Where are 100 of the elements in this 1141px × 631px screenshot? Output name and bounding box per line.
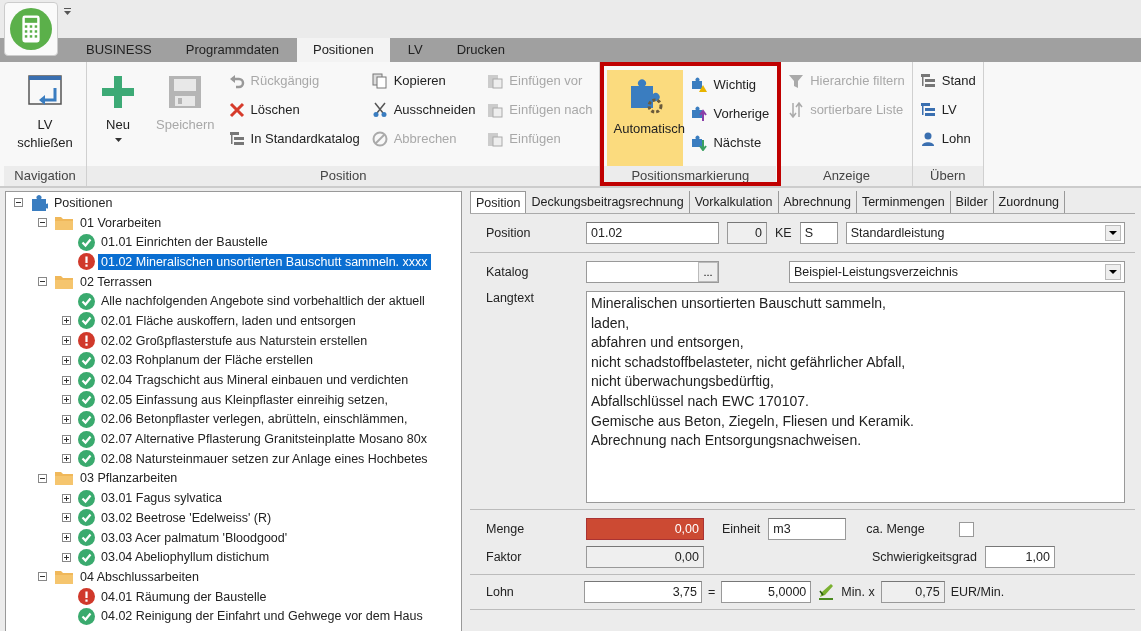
quantity-field[interactable]: 0,00 <box>586 518 704 540</box>
checkmark-icon <box>78 391 95 409</box>
checkmark-icon <box>78 450 95 468</box>
tree-item[interactable]: 01 Vorarbeiten <box>77 214 165 231</box>
expander-icon[interactable] <box>62 434 71 444</box>
ke-field[interactable]: 0 <box>727 222 767 244</box>
checkmark-icon <box>78 233 95 251</box>
edit-pencil-icon[interactable] <box>817 583 836 601</box>
ribbon-button[interactable]: In Standardkatalog <box>224 124 364 153</box>
tree-item[interactable]: 01.01 Einrichten der Baustelle <box>98 234 271 251</box>
paste-icon <box>487 130 504 147</box>
tab[interactable]: Deckungsbeitragsrechnung <box>526 191 690 213</box>
ribbon-button[interactable]: LV <box>915 95 980 124</box>
field-label: EUR/Min. <box>950 585 1005 599</box>
ribbon-button[interactable]: Lohn <box>915 124 980 153</box>
tree-item[interactable]: 03.01 Fagus sylvatica <box>98 490 225 507</box>
expander-icon[interactable] <box>62 336 71 346</box>
tree-item[interactable]: 02.06 Betonpflaster verlegen, abrütteln, einschlämmen, <box>98 411 411 428</box>
tab[interactable]: Zuordnung <box>993 191 1066 213</box>
group-label: Navigation <box>4 166 86 186</box>
tree-item[interactable]: 02 Terrassen <box>77 273 156 290</box>
tree-item[interactable]: 02.01 Fläche auskoffern, laden und entsorgen <box>98 312 359 329</box>
field-label: Menge <box>486 522 526 536</box>
ribbon-button[interactable]: Stand <box>915 66 980 95</box>
ribbon-button[interactable]: Automatisch <box>607 70 684 166</box>
expander-icon[interactable] <box>62 454 71 464</box>
expander-icon[interactable] <box>62 316 71 326</box>
checkmark-icon <box>78 351 95 369</box>
tree-item[interactable]: Positionen <box>51 194 116 211</box>
type-code-field[interactable]: S <box>799 222 838 244</box>
checkmark-icon <box>78 548 95 566</box>
tab[interactable]: Abrechnung <box>778 191 857 213</box>
expander-icon[interactable] <box>62 375 71 385</box>
tree-item[interactable]: 01.02 Mineralischen unsortierten Bauschutt sammeln. xxxx <box>98 253 431 270</box>
tree-item[interactable]: 03.02 Beetrose 'Edelweiss' (R) <box>98 509 275 526</box>
tab[interactable]: Bilder <box>950 191 994 213</box>
expander-icon[interactable] <box>62 493 71 503</box>
ribbon-button[interactable]: Vorherige <box>687 99 774 128</box>
ribbon-button[interactable]: Wichtig <box>687 70 774 99</box>
tree-item[interactable]: 03.04 Abeliophyllum distichum <box>98 549 273 566</box>
ribbon-button[interactable]: Nächste <box>687 128 774 157</box>
ribbon-tab[interactable]: Positionen <box>296 38 390 62</box>
ribbon-button[interactable]: Neu <box>90 66 146 162</box>
folder-icon <box>54 214 74 231</box>
expander-icon[interactable] <box>38 473 47 483</box>
ribbon-tab[interactable]: LV <box>391 38 439 62</box>
expander-icon[interactable] <box>38 277 47 287</box>
equals-sign: = <box>708 585 716 599</box>
tree-item[interactable]: 04 Abschlussarbeiten <box>77 568 202 585</box>
expander-icon[interactable] <box>62 513 71 523</box>
ribbon-button[interactable]: LV schließen <box>7 66 83 162</box>
tab[interactable]: Position <box>470 191 527 213</box>
minutes-field[interactable]: 5,0000 <box>721 581 812 603</box>
tree-item[interactable]: 03 Pflanzarbeiten <box>77 470 181 487</box>
checkbox[interactable] <box>958 521 974 537</box>
tab[interactable]: Vorkalkulation <box>689 191 779 213</box>
expander-icon[interactable] <box>62 355 71 365</box>
customize-caret-icon[interactable] <box>64 8 71 16</box>
ribbon-tab[interactable]: Drucken <box>440 38 522 62</box>
tree-item[interactable]: 02.02 Großpflasterstufe aus Naturstein erstellen <box>98 332 371 349</box>
tab[interactable]: Terminmengen <box>856 191 951 213</box>
app-menu-button[interactable] <box>4 2 58 56</box>
type-dropdown[interactable]: Standardleistung <box>845 222 1125 244</box>
tree-item[interactable]: 04.01 Räumung der Baustelle <box>98 588 270 605</box>
puzzle-up-arrow-icon <box>691 105 708 122</box>
tree-item[interactable]: 02.05 Einfassung aus Kleinpflaster einreihig setzen, <box>98 391 391 408</box>
ribbon-button[interactable]: Kopieren <box>367 66 480 95</box>
expander-icon[interactable] <box>62 552 71 562</box>
tree-item[interactable]: 04.02 Reinigung der Einfahrt und Gehwege vor dem Haus <box>98 608 426 625</box>
tree-item[interactable]: 02.04 Tragschicht aus Mineral einbauen und verdichten <box>98 372 412 389</box>
ribbon-button[interactable]: Ausschneiden <box>367 95 480 124</box>
tree-item[interactable]: Alle nachfolgenden Angebote sind vorbehaltlich der aktuell <box>98 293 428 310</box>
tree-item[interactable]: 03.03 Acer palmatum 'Bloodgood' <box>98 529 291 546</box>
rate-field[interactable]: 0,75 <box>880 581 945 603</box>
tree-item[interactable]: 02.03 Rohplanum der Fläche erstellen <box>98 352 316 369</box>
undo-icon <box>228 72 245 89</box>
tree-item[interactable]: 02.08 Natursteinmauer setzen zur Anlage eines Hochbetes <box>98 450 431 467</box>
checkmark-icon <box>78 430 95 448</box>
catalog-field[interactable]: ... <box>586 261 719 283</box>
position-field[interactable]: 01.02 <box>586 222 719 244</box>
ribbon-tab[interactable]: BUSINESS <box>70 38 168 62</box>
factor-field[interactable]: 0,00 <box>586 546 704 568</box>
browse-button[interactable]: ... <box>698 262 718 282</box>
difficulty-field[interactable]: 1,00 <box>984 546 1055 568</box>
catalog-dropdown[interactable]: Beispiel-Leistungsverzeichnis <box>789 261 1125 283</box>
expander-icon[interactable] <box>62 395 71 405</box>
long-text-area[interactable]: Mineralischen unsortierten Bauschutt sammeln, laden, abfahren und entsorgen, nicht schadstoffbelasteter, nicht gefährlicher Abfall, nicht überwachungsbedürftig, Abfallschlüssel nach EWC 170107. Gemische aus Beton, Ziegeln, Fliesen und Keramik. Abrechnung nach Entsorgungsnachweisen. <box>586 291 1125 503</box>
puzzle-icon <box>30 193 48 212</box>
expander-icon[interactable] <box>38 572 47 582</box>
expander-icon[interactable] <box>62 533 71 543</box>
expander-icon[interactable] <box>62 414 71 424</box>
paste-icon <box>487 101 504 118</box>
tree-item[interactable]: 02.07 Alternative Pflasterung Granitsteinplatte Mosano 80x <box>98 431 430 448</box>
wage-field[interactable]: 3,75 <box>584 581 702 603</box>
ribbon-button[interactable]: Löschen <box>224 95 364 124</box>
ribbon-tab[interactable]: Programmdaten <box>169 38 295 62</box>
folder-icon <box>54 273 74 290</box>
expander-icon[interactable] <box>14 198 23 208</box>
unit-field[interactable]: m3 <box>768 518 847 540</box>
expander-icon[interactable] <box>38 218 47 228</box>
